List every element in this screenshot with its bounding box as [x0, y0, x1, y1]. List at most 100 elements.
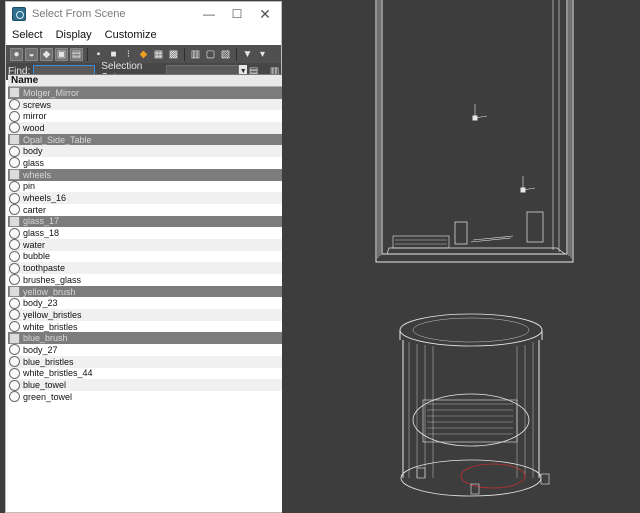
item-label: water	[23, 239, 46, 250]
filter-options-icon[interactable]: ▾	[256, 48, 269, 61]
list-item[interactable]: mirror	[8, 110, 282, 122]
list-item[interactable]: bubble	[8, 250, 282, 263]
list-item[interactable]: screws	[8, 98, 282, 111]
list-item[interactable]: pin	[8, 180, 282, 193]
table-shelf-grid	[427, 403, 513, 435]
display-frozen-icon[interactable]: ▩	[167, 48, 180, 61]
display-geometry-icon[interactable]: ●	[10, 47, 23, 61]
select-none-icon[interactable]: ▢	[204, 48, 217, 61]
object-icon	[9, 344, 20, 356]
display-shapes-icon[interactable]: ◒	[25, 47, 38, 61]
list-item[interactable]: glass_18	[8, 227, 282, 239]
list-item[interactable]: wood	[8, 122, 282, 134]
window-title: Select From Scene	[32, 8, 126, 20]
list-item[interactable]: blue_bristles	[8, 355, 282, 368]
group-icon	[9, 332, 20, 344]
display-cameras-icon[interactable]: ▣	[55, 47, 68, 61]
mirror-side-right	[568, 0, 572, 258]
object-icon	[9, 250, 20, 262]
toolbar-separator	[184, 47, 185, 61]
wheel-left	[416, 467, 426, 479]
item-label: carter	[23, 204, 47, 215]
glass-model	[454, 221, 468, 245]
filter-icon[interactable]: ▼	[241, 48, 254, 61]
list-item[interactable]: toothpaste	[8, 262, 282, 274]
title-bar[interactable]: Select From Scene — ☐ ✕	[6, 2, 281, 26]
toolbar-separator	[87, 47, 88, 61]
object-icon	[9, 227, 20, 239]
list-item[interactable]: brushes_glass	[8, 274, 282, 286]
menu-bar: Select Display Customize	[6, 26, 281, 43]
scene-object-list[interactable]: Name Molger_Mirror screws mirror wood Opal_S…	[8, 74, 282, 512]
group-row[interactable]: Molger_Mirror	[8, 87, 282, 99]
list-item[interactable]: body_27	[8, 344, 282, 356]
group-icon	[9, 215, 20, 227]
group-row[interactable]: Opal_Side_Table	[8, 133, 282, 146]
list-item[interactable]: wheels_16	[8, 192, 282, 204]
list-item[interactable]: water	[8, 238, 282, 251]
table-top-inner	[412, 317, 530, 343]
column-header-name[interactable]: Name	[8, 75, 282, 87]
list-item[interactable]: glass	[8, 157, 282, 169]
menu-customize[interactable]: Customize	[105, 29, 157, 41]
viewport-3d[interactable]	[283, 0, 640, 513]
item-label: pin	[23, 181, 36, 192]
mirror-frame	[375, 0, 574, 263]
list-item[interactable]: white_bristles_44	[8, 367, 282, 380]
close-button[interactable]: ✕	[251, 2, 279, 26]
mirror-shelf	[386, 247, 567, 255]
group-row[interactable]: glass_17	[8, 215, 282, 228]
object-icon	[9, 192, 20, 204]
table-opening	[412, 393, 530, 447]
group-icon	[9, 169, 20, 181]
object-icon	[9, 99, 20, 111]
group-icon	[9, 134, 20, 146]
list-item[interactable]: blue_towel	[8, 379, 282, 391]
select-invert-icon[interactable]: ▧	[219, 48, 232, 61]
toolbar-separator	[236, 47, 237, 61]
object-icon	[9, 379, 20, 391]
list-item[interactable]: carter	[8, 204, 282, 216]
select-all-icon[interactable]: ▥	[189, 48, 202, 61]
list-rows: Molger_Mirror screws mirror wood Opal_Side_T…	[8, 87, 282, 403]
object-icon	[9, 274, 20, 286]
item-label: glass	[23, 157, 45, 168]
object-icon	[9, 157, 20, 169]
brush-model	[470, 235, 514, 243]
list-item[interactable]: yellow_bristles	[8, 309, 282, 321]
display-lights-icon[interactable]: ◆	[40, 47, 53, 61]
list-item[interactable]: body_23	[8, 297, 282, 309]
object-icon	[9, 180, 20, 192]
group-row[interactable]: wheels	[8, 168, 282, 181]
table-top	[399, 313, 543, 347]
brush-tray	[392, 235, 450, 249]
list-item[interactable]: white_bristles	[8, 321, 282, 333]
maximize-button[interactable]: ☐	[223, 2, 251, 26]
item-label: brushes_glass	[23, 274, 82, 285]
object-icon	[9, 239, 20, 251]
mirror-side-left	[377, 0, 381, 258]
select-from-scene-dialog: Select From Scene — ☐ ✕ Select Display C…	[5, 1, 282, 513]
list-item[interactable]: body	[8, 145, 282, 158]
object-icon	[9, 309, 20, 321]
group-row[interactable]: yellow_brush	[8, 285, 282, 298]
table-wheel-ring	[460, 463, 526, 489]
table-body	[402, 340, 540, 478]
display-bones-icon[interactable]: ◆	[137, 48, 150, 61]
item-label: yellow_bristles	[23, 309, 82, 320]
minimize-button[interactable]: —	[195, 2, 223, 26]
display-helpers-icon[interactable]: ▤	[70, 47, 83, 61]
menu-select[interactable]: Select	[12, 29, 43, 41]
list-item[interactable]: green_towel	[8, 391, 282, 403]
item-label: screws	[23, 99, 52, 110]
display-groups-icon[interactable]: ■	[107, 48, 120, 61]
group-row[interactable]: blue_brush	[8, 332, 282, 345]
display-containers-icon[interactable]: ▦	[152, 48, 165, 61]
display-xrefs-icon[interactable]: ⁝	[122, 48, 135, 61]
display-spacewarps-icon[interactable]: ▪	[92, 48, 105, 61]
item-label: bubble	[23, 251, 51, 262]
object-icon	[9, 356, 20, 368]
object-icon	[9, 367, 20, 379]
item-label: body	[23, 146, 43, 157]
menu-display[interactable]: Display	[56, 29, 92, 41]
